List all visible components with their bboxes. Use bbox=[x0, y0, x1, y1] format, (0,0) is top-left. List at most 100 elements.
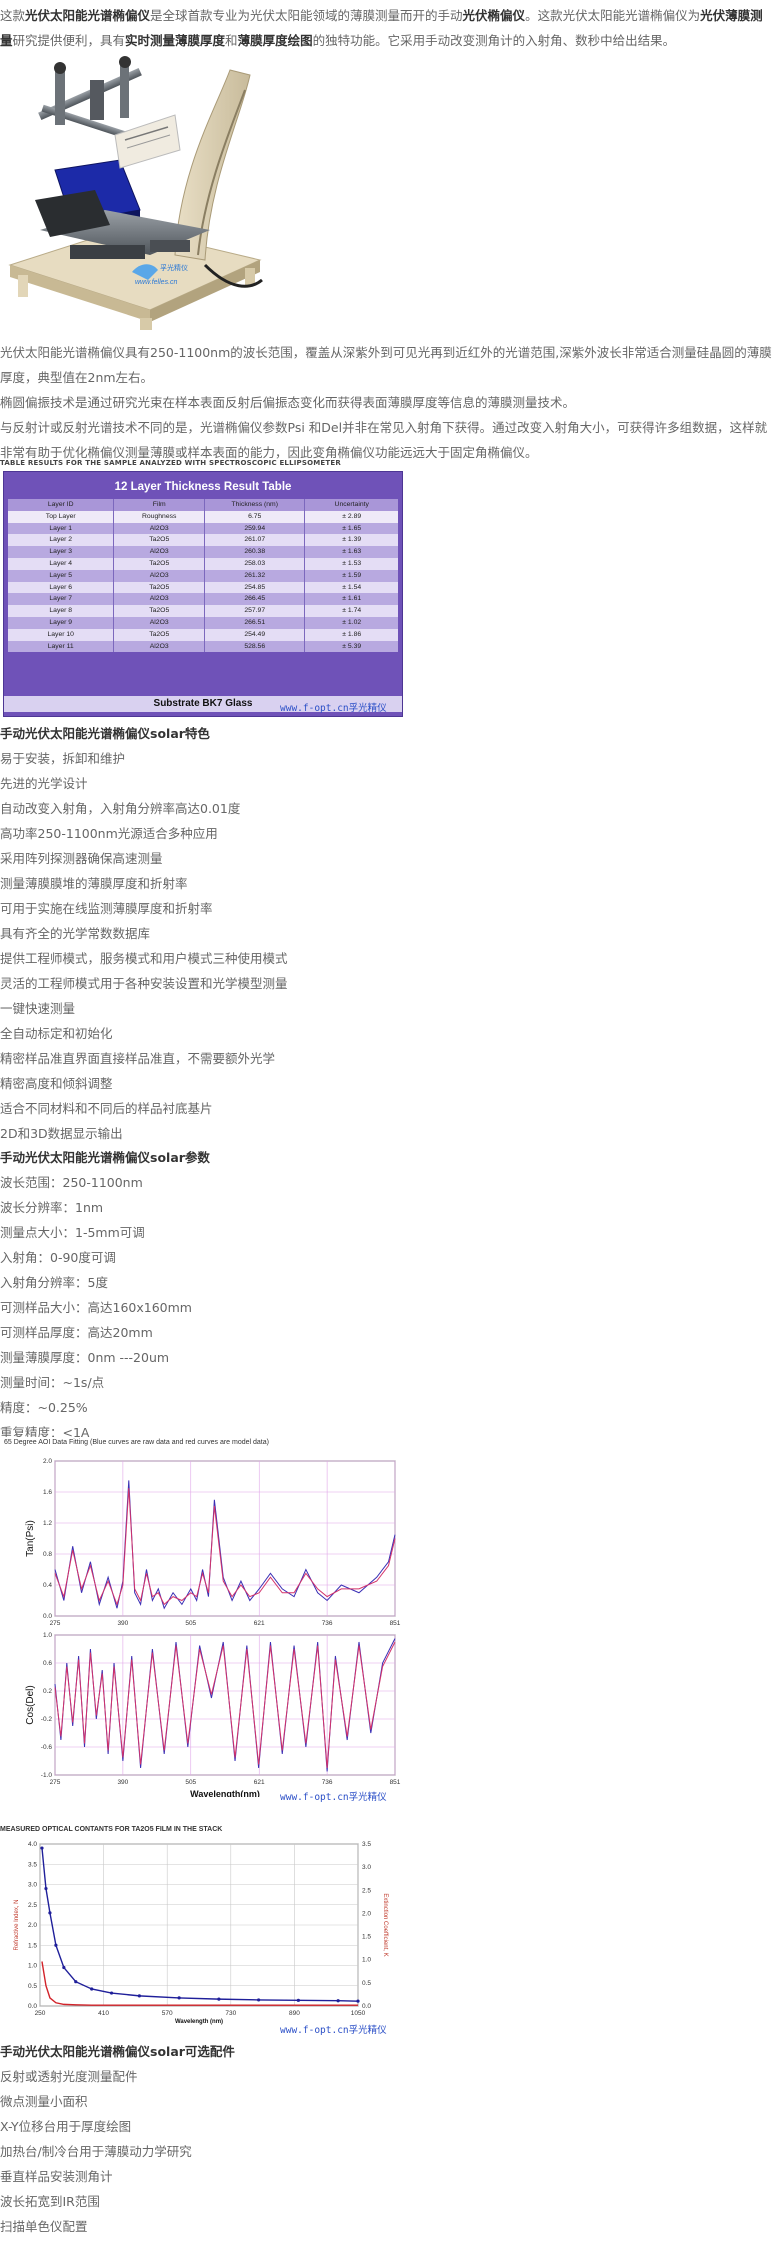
device-logo-name: 孚光精仪 bbox=[160, 263, 188, 272]
x-tick-label: 505 bbox=[185, 1779, 196, 1786]
table-cell: Roughness bbox=[114, 510, 205, 523]
table-cell: Layer 4 bbox=[8, 557, 115, 570]
intro-bold: 光伏太阳能光谱椭偏仪 bbox=[25, 8, 151, 23]
y-tick-label: 0.0 bbox=[43, 1613, 52, 1620]
table-row: Layer 6 Ta2O5 254.85 ± 1.54 bbox=[8, 581, 398, 594]
thickness-result-table: 12 Layer Thickness Result Table Layer ID… bbox=[3, 471, 403, 717]
features-heading: 手动光伏太阳能光谱椭偏仪solar特色 bbox=[0, 726, 210, 741]
table-cell: Layer 3 bbox=[8, 546, 115, 558]
y-tick-label: 1.0 bbox=[28, 1963, 37, 1970]
x-tick-label: 736 bbox=[322, 1779, 333, 1786]
y-tick-label: 1.0 bbox=[43, 1632, 52, 1639]
table-row: Layer 10 Ta2O5 254.49 ± 1.86 bbox=[8, 628, 398, 641]
header-cell: Thickness (nm) bbox=[205, 499, 306, 511]
y-tick-label: 3.5 bbox=[28, 1861, 37, 1868]
table-cell: Al2O3 bbox=[114, 569, 205, 582]
table-header-row: Layer ID Film Thickness (nm) Uncertainty bbox=[8, 499, 398, 511]
data-point bbox=[48, 1911, 52, 1915]
x-tick-label: 851 bbox=[390, 1620, 401, 1627]
x-tick-label: 851 bbox=[390, 1779, 401, 1786]
intro-bold: 薄膜厚度绘图 bbox=[237, 33, 313, 48]
table-cell: Ta2O5 bbox=[114, 557, 205, 570]
fitting-watermark: www.f-opt.cn孚光精仪 bbox=[280, 1792, 387, 1803]
feature-item: 先进的光学设计 bbox=[0, 776, 88, 791]
feature-item: 易于安装，拆卸和维护 bbox=[0, 751, 126, 766]
table-cell: Ta2O5 bbox=[114, 628, 205, 641]
feature-item: 可用于实施在线监测薄膜厚度和折射率 bbox=[0, 901, 213, 916]
feature-item: 提供工程师模式，服务模式和用户模式三种使用模式 bbox=[0, 951, 288, 966]
optical-constants-title: MEASURED OPTICAL CONTANTS FOR TA2O5 FILM… bbox=[0, 1826, 223, 1833]
data-point bbox=[44, 1886, 48, 1891]
x-tick-label: 390 bbox=[117, 1779, 128, 1786]
table-cell: ± 1.63 bbox=[342, 548, 362, 556]
y-tick-label: 0.5 bbox=[28, 1983, 37, 1990]
data-point bbox=[356, 1999, 360, 2003]
table-row: Layer 5 Al2O3 261.32 ± 1.59 bbox=[8, 569, 398, 582]
x-axis-label: Wavelength(nm) bbox=[190, 1789, 260, 1797]
y-tick-label: 1.2 bbox=[43, 1520, 52, 1527]
y-tick-label: -0.6 bbox=[41, 1744, 53, 1751]
y-tick-label: 0.2 bbox=[43, 1688, 52, 1695]
optical-watermark: www.f-opt.cn孚光精仪 bbox=[280, 2025, 387, 2036]
table-cell: Ta2O5 bbox=[114, 534, 205, 547]
y-tick-label: 3.0 bbox=[28, 1882, 37, 1889]
y-axis-label: Cos(Del) bbox=[25, 1685, 36, 1724]
table-cell: Layer 2 bbox=[8, 534, 115, 547]
data-point bbox=[296, 1998, 300, 2002]
table-grid: Layer ID Film Thickness (nm) Uncertainty… bbox=[8, 499, 398, 653]
data-point bbox=[109, 1991, 114, 1995]
table-cell: Layer 7 bbox=[8, 593, 115, 606]
tan-psi-chart: 275 390 505 621 736 851 0.0 0.4 0.8 1.2 1.6 2.0 Tan(… bbox=[25, 1458, 401, 1627]
feature-item: 采用阵列探测器确保高速测量 bbox=[0, 851, 163, 866]
table-cell: Layer 1 bbox=[8, 522, 115, 535]
param-item: 测量点大小：1-5mm可调 bbox=[0, 1225, 145, 1240]
table-cell: 6.75 bbox=[205, 510, 306, 523]
table-title: 12 Layer Thickness Result Table bbox=[114, 481, 292, 493]
y-tick-label: 2.0 bbox=[28, 1922, 37, 1929]
accessory-item: 扫描单色仪配置 bbox=[0, 2219, 88, 2234]
data-point bbox=[54, 1943, 58, 1947]
data-point bbox=[74, 1980, 78, 1984]
feature-item: 高功率250-1100nm光源适合多种应用 bbox=[0, 826, 218, 841]
data-point bbox=[40, 1846, 44, 1850]
x-tick-label: 505 bbox=[185, 1620, 196, 1627]
feature-item: 具有齐全的光学常数数据库 bbox=[0, 926, 151, 941]
table-cell: ± 1.02 bbox=[342, 618, 362, 626]
param-item: 精度：~0.25% bbox=[0, 1400, 88, 1415]
table-watermark: www.f-opt.cn孚光精仪 bbox=[280, 703, 387, 714]
accessory-item: 垂直样品安装测角计 bbox=[0, 2169, 113, 2184]
accessory-item: 微点测量小面积 bbox=[0, 2094, 88, 2109]
table-cell: ± 2.89 bbox=[342, 512, 362, 520]
y-tick-label: 0.4 bbox=[43, 1582, 52, 1589]
table-cell: Al2O3 bbox=[114, 522, 205, 535]
x-tick-label: 390 bbox=[117, 1620, 128, 1627]
table-cell: 266.51 bbox=[205, 616, 306, 629]
intro-text: 是全球首款专业为光伏太阳能领域的薄膜测量而开的手动 bbox=[150, 8, 463, 23]
table-row: Layer 2 Ta2O5 261.07 ± 1.39 bbox=[8, 534, 398, 547]
table-cell: 254.49 bbox=[205, 628, 306, 641]
ellipsometer-device-image: 孚光精仪 www.felles.cn bbox=[8, 56, 263, 330]
data-point bbox=[90, 1987, 94, 1991]
table-cell: Layer 9 bbox=[8, 616, 115, 629]
x-axis-label: Wavelength (nm) bbox=[175, 2019, 223, 2025]
data-point bbox=[217, 1997, 221, 2001]
right-tick-label: 0.0 bbox=[362, 2003, 371, 2010]
fitting-chart-block: 65 Degree AOI Data Fitting (Blue curves … bbox=[0, 1437, 402, 1815]
accessories-heading: 手动光伏太阳能光谱椭偏仪solar可选配件 bbox=[0, 2044, 235, 2059]
header-cell: Uncertainty bbox=[334, 501, 369, 508]
table-cell: 259.94 bbox=[205, 522, 306, 535]
description-paragraph-1: 光伏太阳能光谱椭偏仪具有250-1100nm的波长范围，覆盖从深紫外到可见光再到… bbox=[0, 345, 772, 385]
table-cell: Al2O3 bbox=[114, 546, 205, 558]
table-cell: 258.03 bbox=[205, 557, 306, 570]
y-tick-label: 0.0 bbox=[28, 2003, 37, 2010]
y-tick-label: -1.0 bbox=[41, 1772, 53, 1779]
table-cell: ± 5.39 bbox=[342, 642, 362, 650]
fitting-chart-title: 65 Degree AOI Data Fitting (Blue curves … bbox=[4, 1439, 269, 1446]
y-tick-label: -0.2 bbox=[41, 1716, 53, 1723]
x-tick-label: 890 bbox=[289, 2010, 300, 2017]
right-tick-label: 0.5 bbox=[362, 1980, 371, 1987]
table-cell: Al2O3 bbox=[114, 593, 205, 606]
table-cell: ± 1.54 bbox=[342, 583, 362, 591]
table-cell: 254.85 bbox=[205, 581, 306, 594]
y-tick-label: 0.8 bbox=[43, 1551, 52, 1558]
